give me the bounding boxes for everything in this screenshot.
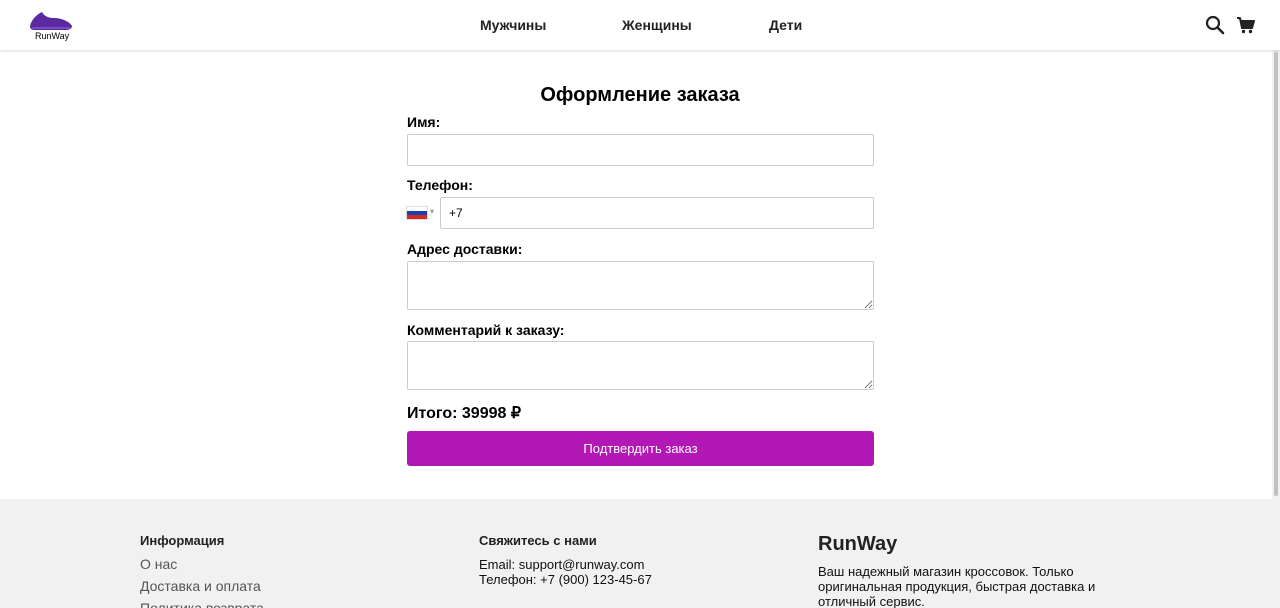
name-input[interactable]	[407, 134, 874, 166]
footer-contacts-heading: Свяжитесь с нами	[479, 533, 597, 548]
nav-men[interactable]: Мужчины	[480, 17, 546, 33]
footer-link-returns[interactable]: Политика возврата	[140, 600, 264, 608]
cart-icon[interactable]	[1236, 15, 1256, 35]
footer-link-about[interactable]: О нас	[140, 556, 177, 572]
comment-input[interactable]	[407, 341, 874, 390]
page-title: Оформление заказа	[540, 84, 740, 106]
chevron-down-icon[interactable]: ▾	[430, 207, 434, 216]
footer-email[interactable]: Email: support@runway.com	[479, 557, 644, 572]
nav-kids[interactable]: Дети	[769, 17, 802, 33]
address-label: Адрес доставки:	[407, 241, 523, 257]
scrollbar-thumb[interactable]	[1274, 52, 1278, 496]
logo-text[interactable]: RunWay	[35, 31, 69, 41]
order-total: Итого: 39998 ₽	[407, 405, 522, 422]
name-label: Имя:	[407, 114, 441, 130]
footer-link-delivery[interactable]: Доставка и оплата	[140, 578, 261, 594]
footer-phone[interactable]: Телефон: +7 (900) 123-45-67	[479, 572, 652, 587]
comment-label: Комментарий к заказу:	[407, 322, 565, 338]
site-header: RunWay Мужчины Женщины Дети	[0, 0, 1280, 50]
footer-description: Ваш надежный магазин кроссовок. Только о…	[818, 564, 1096, 608]
footer-info-heading: Информация	[140, 533, 225, 548]
phone-label: Телефон:	[407, 177, 473, 193]
nav-women[interactable]: Женщины	[622, 17, 692, 33]
footer-brand: RunWay	[818, 533, 898, 555]
search-icon[interactable]	[1205, 15, 1225, 35]
confirm-order-button[interactable]: Подтвердить заказ	[407, 431, 874, 466]
phone-input[interactable]	[440, 197, 874, 229]
russia-flag-icon[interactable]	[406, 206, 428, 220]
address-input[interactable]	[407, 261, 874, 310]
